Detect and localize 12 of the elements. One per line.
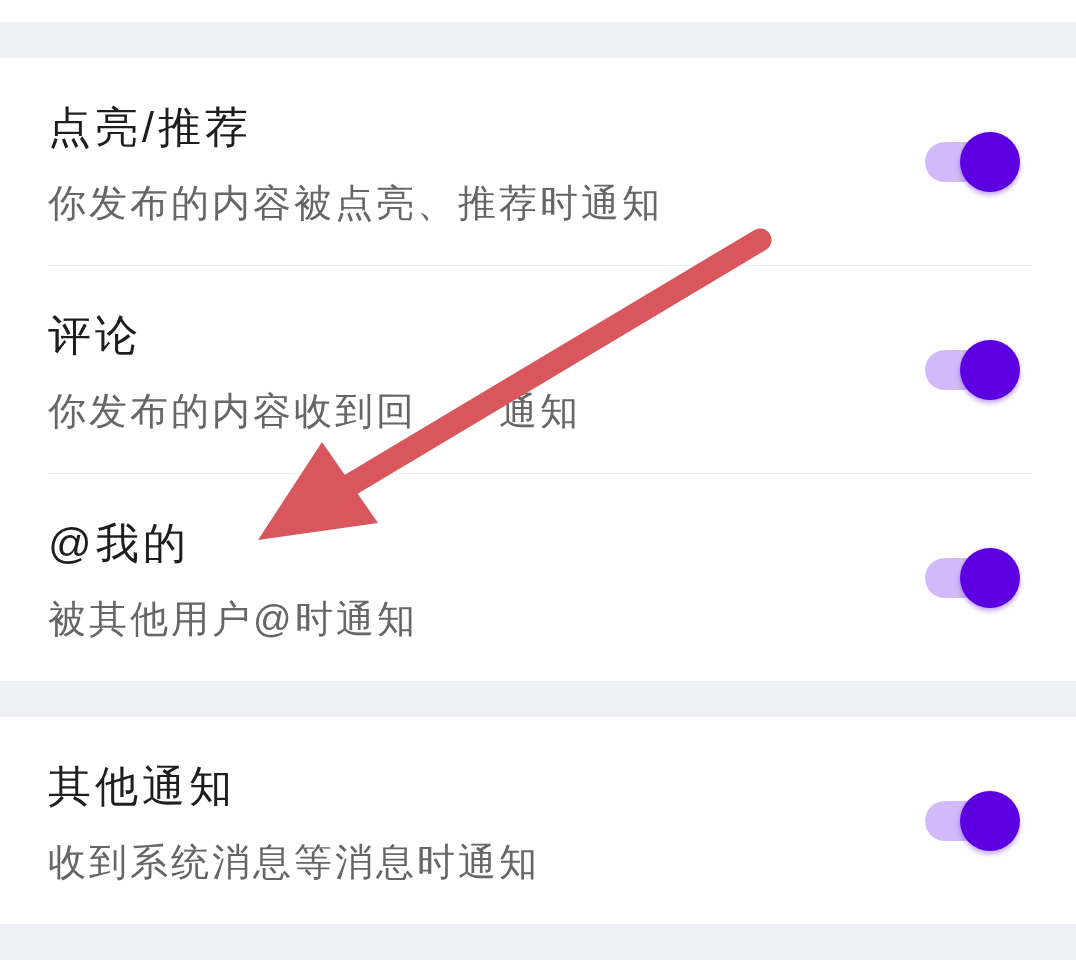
setting-description: 你发布的内容被点亮、推荐时通知 [48, 181, 663, 226]
setting-title: 评论 [48, 310, 142, 361]
setting-description: 被其他用户@时通知 [48, 597, 418, 642]
setting-description: 收到系统消息等消息时通知 [48, 840, 540, 885]
toggle-switch[interactable] [925, 547, 1020, 608]
toggle-switch[interactable] [925, 131, 1020, 192]
toggle-switch[interactable] [925, 790, 1020, 851]
setting-title: @我的 [48, 518, 190, 569]
toggle-switch[interactable] [925, 339, 1020, 400]
setting-title: 点亮/推荐 [48, 102, 252, 153]
setting-title: 其他通知 [48, 761, 236, 812]
setting-description: 你发布的内容收到回 [48, 389, 417, 434]
